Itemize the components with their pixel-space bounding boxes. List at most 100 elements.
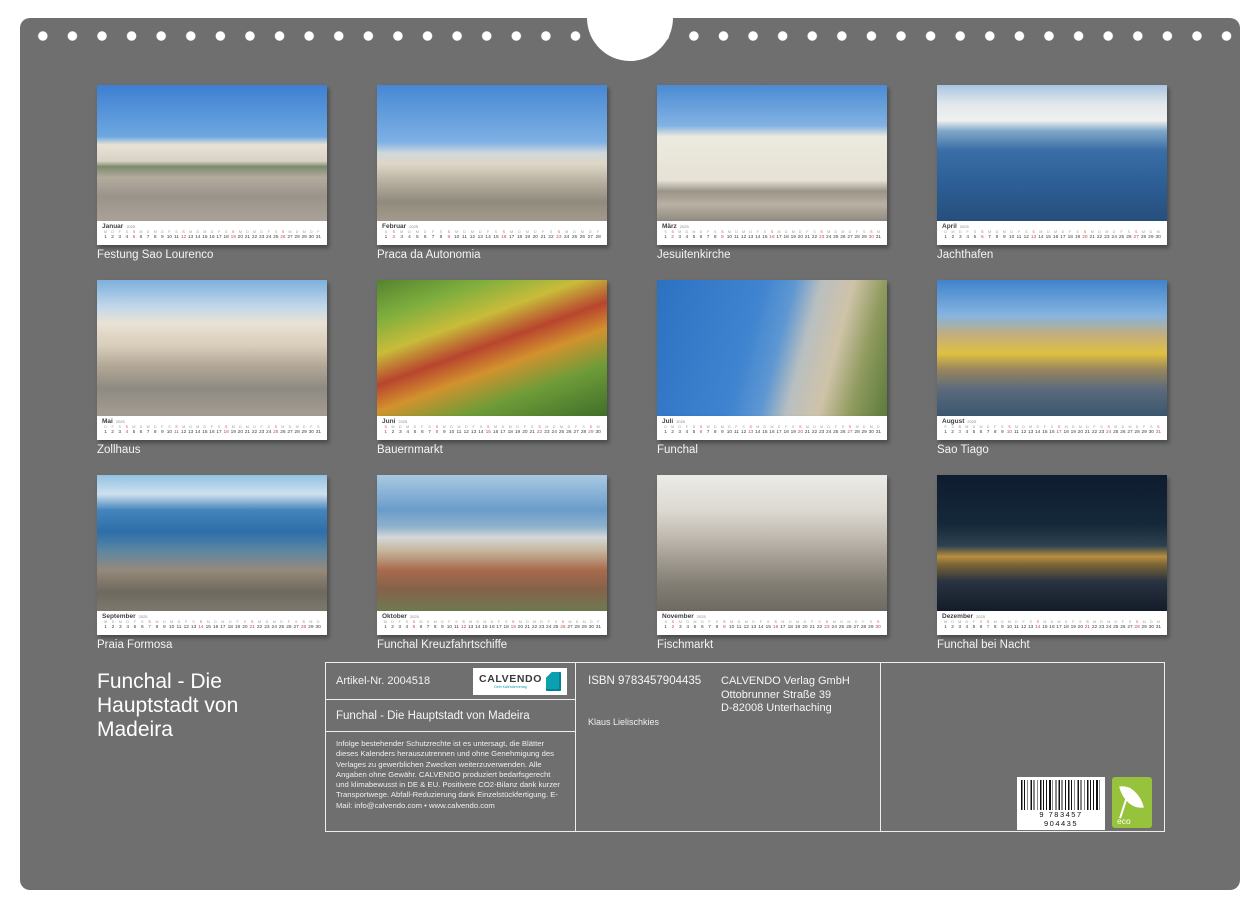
month-photo (377, 475, 607, 611)
day-row: D1M2D3F4S5S6M7D8M9D10F11S12S13M14D15M16D… (662, 426, 882, 438)
month-name: Oktober (382, 613, 407, 620)
mini-calendar: Juni2025 S1M2D3M4D5F6S7S8M9D10M11D12F13S… (377, 416, 607, 440)
month-caption: Funchal Kreuzfahrtschiffe (377, 639, 607, 653)
month-caption: Praca da Autonomia (377, 249, 607, 263)
mini-calendar: August2025 F1S2S3M4D5M6D7F8S9S10M11D12M1… (937, 416, 1167, 440)
calvendo-logo-icon (546, 672, 561, 691)
calendar-title-row: Funchal - Die Hauptstadt von Madeira (326, 700, 575, 732)
month-year: 2025 (976, 614, 985, 619)
month-caption: Jesuitenkirche (657, 249, 887, 263)
day-row: S1S2M3D4M5D6F7S8S9M10D11M12D13F14S15S16M… (662, 231, 882, 243)
month-header: April2025 (942, 223, 1162, 230)
month-name: März (662, 223, 677, 230)
month-year: 2025 (139, 614, 148, 619)
month-caption: Zollhaus (97, 444, 327, 458)
eco-label: eco (1117, 816, 1131, 826)
month-caption: Bauernmarkt (377, 444, 607, 458)
month-name: Juni (382, 418, 395, 425)
day-row: S1S2M3D4M5D6F7S8S9M10D11M12D13F14S15S16M… (382, 231, 602, 243)
calendar-title-line: Madeira (97, 718, 317, 742)
month-photo (97, 475, 327, 611)
month-photo (377, 85, 607, 221)
month-photo (97, 85, 327, 221)
month-name: Januar (102, 223, 123, 230)
month-year: 2025 (960, 224, 969, 229)
calendar-back-sheet: Januar2025 M1D2F3S4S5M6D7M8D9F10S11S12M1… (20, 18, 1240, 890)
mini-calendar: März2025 S1S2M3D4M5D6F7S8S9M10D11M12D13F… (657, 221, 887, 245)
day-row: F1S2S3M4D5M6D7F8S9S10M11D12M13D14F15S16S… (942, 426, 1162, 438)
legal-text: Infolge bestehender Schutzrechte ist es … (326, 732, 575, 831)
month-year: 2025 (967, 419, 976, 424)
mini-calendar: Dezember2025 M1D2M3D4F5S6S7M8D9M10D11F12… (937, 611, 1167, 635)
month-cell-mai: Mai2025 D1F2S3S4M5D6M7D8F9S10S11M12D13M1… (97, 280, 327, 458)
calvendo-logo: CALVENDO Dein Kalenderverlag (473, 668, 567, 695)
month-cell-november: November2025 S1S2M3D4M5D6F7S8S9M10D11M12… (657, 475, 887, 653)
barcode-bars (1021, 780, 1101, 810)
month-caption: Praia Formosa (97, 639, 327, 653)
month-photo (937, 280, 1167, 416)
day-row: M1D2M3D4F5S6S7M8D9M10D11F12S13S14M15D16M… (942, 621, 1162, 633)
author-name: Klaus Lielischkies (588, 717, 659, 727)
month-caption: Sao Tiago (937, 444, 1167, 458)
month-photo (657, 280, 887, 416)
month-caption: Fischmarkt (657, 639, 887, 653)
hanger-hole (587, 18, 673, 61)
day-row: D1F2S3S4M5D6M7D8F9S10S11M12D13M14D15F16S… (102, 426, 322, 438)
month-header: Juni2025 (382, 418, 602, 425)
month-name: November (662, 613, 694, 620)
month-header: März2025 (662, 223, 882, 230)
calendar-title-line: Hauptstadt von (97, 694, 317, 718)
month-caption: Funchal (657, 444, 887, 458)
month-header: Juli2025 (662, 418, 882, 425)
month-year: 2025 (409, 224, 418, 229)
mini-calendar: April2025 D1M2D3F4S5S6M7D8M9D10F11S12S13… (937, 221, 1167, 245)
barcode-digits: 9 783457 904435 (1021, 810, 1101, 828)
imprint-calendar-title: Funchal - Die Hauptstadt von Madeira (336, 710, 530, 722)
month-photo (657, 85, 887, 221)
month-photo (937, 85, 1167, 221)
month-header: Mai2025 (102, 418, 322, 425)
month-cell-august: August2025 F1S2S3M4D5M6D7F8S9S10M11D12M1… (937, 280, 1167, 458)
calvendo-logo-text: CALVENDO Dein Kalenderverlag (479, 674, 542, 689)
day-row: D1M2D3F4S5S6M7D8M9D10F11S12S13M14D15M16D… (942, 231, 1162, 243)
month-name: Dezember (942, 613, 973, 620)
month-cell-september: September2025 M1D2M3D4F5S6S7M8D9M10D11F1… (97, 475, 327, 653)
publisher-name: CALVENDO Verlag GmbH (721, 675, 850, 689)
ean-barcode: 9 783457 904435 (1017, 777, 1105, 830)
calendar-title-line: Funchal - Die (97, 670, 317, 694)
imprint-right-column: 9 783457 904435 eco (881, 663, 1164, 831)
mini-calendar: Januar2025 M1D2F3S4S5M6D7M8D9F10S11S12M1… (97, 221, 327, 245)
month-header: Februar2025 (382, 223, 602, 230)
month-grid: Januar2025 M1D2F3S4S5M6D7M8D9F10S11S12M1… (97, 85, 1167, 653)
month-cell-april: April2025 D1M2D3F4S5S6M7D8M9D10F11S12S13… (937, 85, 1167, 263)
month-caption: Funchal bei Nacht (937, 639, 1167, 653)
publisher-address: CALVENDO Verlag GmbH Ottobrunner Straße … (721, 675, 850, 716)
month-cell-juli: Juli2025 D1M2D3F4S5S6M7D8M9D10F11S12S13M… (657, 280, 887, 458)
month-header: Oktober2025 (382, 613, 602, 620)
month-name: August (942, 418, 964, 425)
month-cell-dezember: Dezember2025 M1D2M3D4F5S6S7M8D9M10D11F12… (937, 475, 1167, 653)
article-number: Artikel-Nr. 2004518 (336, 675, 430, 687)
article-number-row: Artikel-Nr. 2004518 CALVENDO Dein Kalend… (326, 663, 575, 700)
month-photo (657, 475, 887, 611)
mini-calendar: Februar2025 S1S2M3D4M5D6F7S8S9M10D11M12D… (377, 221, 607, 245)
mini-calendar: Oktober2025 M1D2F3S4S5M6D7M8D9F10S11S12M… (377, 611, 607, 635)
imprint-box: Artikel-Nr. 2004518 CALVENDO Dein Kalend… (325, 662, 1165, 832)
month-year: 2025 (126, 224, 135, 229)
month-name: Februar (382, 223, 406, 230)
month-year: 2025 (697, 614, 706, 619)
month-name: Juli (662, 418, 673, 425)
month-name: September (102, 613, 136, 620)
mini-calendar: Mai2025 D1F2S3S4M5D6M7D8F9S10S11M12D13M1… (97, 416, 327, 440)
isbn-number: ISBN 9783457904435 (588, 675, 701, 687)
calendar-title: Funchal - Die Hauptstadt von Madeira (97, 670, 317, 742)
publisher-city: D-82008 Unterhaching (721, 702, 850, 716)
mini-calendar: Juli2025 D1M2D3F4S5S6M7D8M9D10F11S12S13M… (657, 416, 887, 440)
day-row: S1M2D3M4D5F6S7S8M9D10M11D12F13S14S15M16D… (382, 426, 602, 438)
month-caption: Jachthafen (937, 249, 1167, 263)
day-row: M1D2F3S4S5M6D7M8D9F10S11S12M13D14M15D16F… (102, 231, 322, 243)
month-photo (377, 280, 607, 416)
month-cell-juni: Juni2025 S1M2D3M4D5F6S7S8M9D10M11D12F13S… (377, 280, 607, 458)
month-cell-oktober: Oktober2025 M1D2F3S4S5M6D7M8D9F10S11S12M… (377, 475, 607, 653)
month-photo (97, 280, 327, 416)
